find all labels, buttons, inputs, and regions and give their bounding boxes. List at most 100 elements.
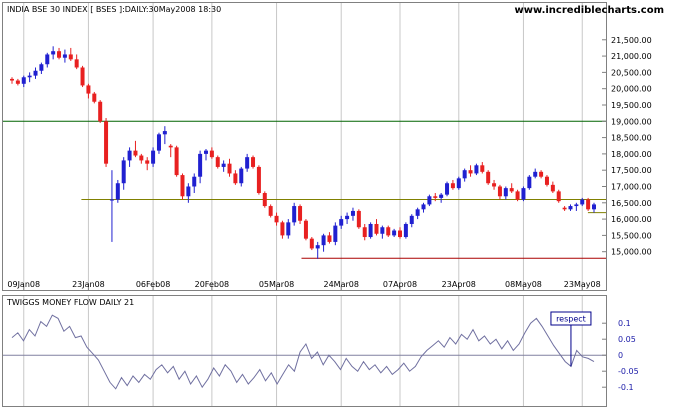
candle-body [409, 215, 414, 224]
candle-body [104, 121, 109, 164]
candle-body [427, 196, 432, 205]
price-x-tick-label: 24Mar08 [323, 280, 358, 289]
price-panel-frame [2, 2, 607, 291]
candle [527, 175, 532, 190]
candle-body [403, 223, 408, 238]
price-x-tick-label: 23Jan08 [72, 280, 105, 289]
candle-body [368, 223, 373, 238]
indicator-y-tick-label: 0.1 [618, 319, 631, 328]
candle-body [421, 204, 426, 210]
candle-body [10, 78, 14, 81]
price-x-tick-label: 23May08 [564, 280, 601, 289]
candle [403, 222, 408, 239]
candle [292, 202, 297, 226]
candle-body [133, 150, 138, 156]
candle-body [303, 220, 308, 239]
candle-body [327, 235, 332, 242]
candle [356, 209, 361, 229]
candle [486, 170, 491, 185]
price-x-tick-label: 20Feb08 [195, 280, 230, 289]
indicator-y-tick-label: 0 [618, 351, 623, 360]
price-y-tick-label: 20,500.00 [611, 68, 652, 77]
candle [256, 165, 261, 195]
annotation-label: respect [556, 315, 586, 324]
candle-body [192, 176, 197, 187]
candle [115, 179, 120, 203]
candle-body [492, 183, 497, 187]
candle-body [568, 206, 573, 210]
candle-body [251, 157, 256, 167]
candle-body [533, 171, 538, 177]
candle-body [509, 188, 514, 192]
candle [427, 194, 432, 207]
candle-body [221, 163, 226, 167]
candle-body [339, 219, 344, 226]
price-y-tick-label: 21,500.00 [611, 36, 652, 45]
candle-body [174, 147, 179, 176]
price-y-tick-label: 16,000.00 [611, 215, 652, 224]
candle [174, 145, 179, 177]
indicator-y-tick-label: -0.1 [618, 383, 634, 392]
candle-body [350, 210, 355, 216]
brand-watermark: www.incrediblecharts.com [515, 5, 665, 16]
candle [368, 222, 373, 239]
candle [98, 100, 103, 123]
candle-body [286, 222, 291, 236]
price-x-tick-label: 05Mar08 [259, 280, 294, 289]
chart-root: 15,000.00 15,500.00 16,000.00 16,500.00 17,0… [0, 0, 675, 410]
candle-body [21, 77, 26, 84]
candle [474, 163, 479, 176]
candle-body [156, 134, 161, 151]
candle-body [262, 193, 267, 207]
price-y-tick-label: 20,000.00 [611, 85, 652, 94]
candle-body [68, 54, 73, 60]
candle [544, 175, 549, 187]
candle-body [15, 80, 20, 84]
candle-body [198, 153, 203, 177]
candle-body [315, 245, 320, 249]
candle-body [239, 168, 244, 184]
candle-body [209, 150, 214, 158]
candle [456, 176, 461, 190]
price-y-tick-label: 18,500.00 [611, 134, 652, 143]
candle-body [27, 75, 32, 78]
candle-body [539, 171, 544, 177]
candle-body [145, 160, 150, 164]
candle-body [168, 145, 173, 148]
price-y-tick-label: 19,000.00 [611, 117, 652, 126]
candle-body [115, 183, 120, 200]
candle-body [497, 186, 502, 197]
candle-body [109, 199, 114, 201]
candle-body [580, 199, 585, 205]
candle-body [456, 178, 461, 189]
candle-body [256, 166, 261, 194]
candle-body [462, 170, 467, 179]
candle-body [204, 150, 208, 154]
candle-body [345, 215, 350, 220]
price-y-tick-label: 17,000.00 [611, 182, 652, 191]
candle [515, 189, 520, 202]
candle-body [121, 160, 126, 184]
candle-body [380, 227, 385, 234]
candle-body [45, 54, 50, 65]
candle-body [386, 227, 391, 236]
candle-body [392, 230, 397, 236]
candle-body [439, 194, 444, 198]
candle-body [98, 101, 103, 122]
candle-body [521, 188, 526, 200]
candle-body [62, 54, 67, 58]
candle-body [233, 173, 238, 184]
candle-body [486, 171, 491, 184]
candle-body [162, 131, 167, 135]
candle-body [415, 209, 420, 216]
candle-body [92, 93, 97, 102]
price-x-tick-label: 23Apr08 [442, 280, 476, 289]
candle-body [151, 150, 156, 164]
price-y-tick-label: 21,000.00 [611, 52, 652, 61]
candle-body [333, 225, 338, 242]
candle [251, 155, 256, 169]
candle-body [215, 157, 220, 167]
candle [521, 186, 526, 202]
candle [262, 191, 267, 208]
price-y-tick-label: 16,500.00 [611, 199, 652, 208]
